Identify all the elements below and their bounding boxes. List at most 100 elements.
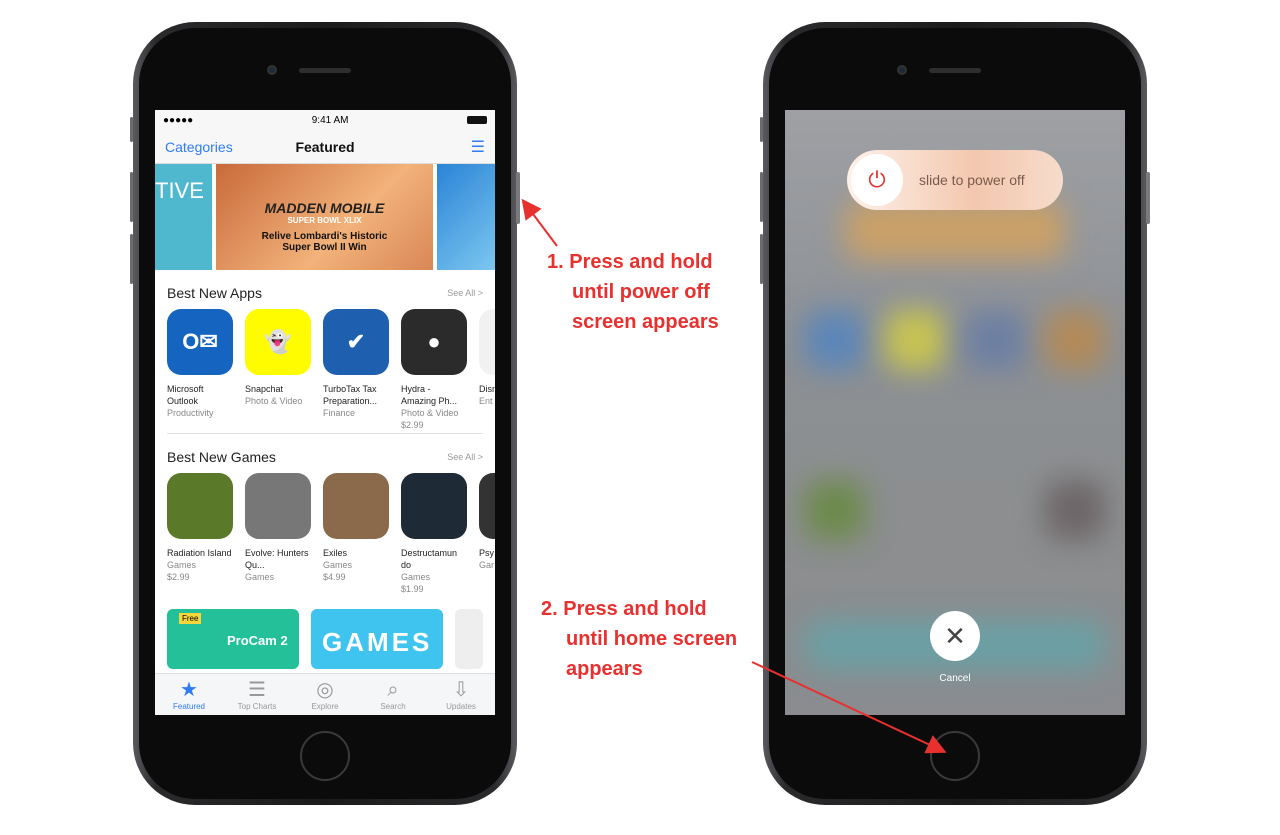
tab-featured[interactable]: ★ Featured [155,674,223,715]
app-category: Productivity [167,408,214,418]
home-button[interactable] [300,731,350,781]
promo-next[interactable] [455,609,483,669]
close-icon: ✕ [944,620,966,651]
promo-procam[interactable]: Free ProCam 2 [167,609,300,669]
front-camera [897,65,907,75]
app-category: Ent [479,396,493,406]
annotation-home: 2. Press and hold until home screen appe… [541,598,738,680]
power-button[interactable] [516,172,520,224]
cancel-button[interactable]: ✕ [930,611,980,661]
app-row: O✉ Microsoft Outlook Productivity 👻 Snap… [155,309,495,433]
signal-icon: ●●●●● [163,114,194,126]
banner-madden[interactable]: MADDEN MOBILE SUPER BOWL XLIX Relive Lom… [216,164,433,270]
app-name: Hydra - Amazing Ph... [401,384,458,406]
mute-switch [760,117,763,142]
tab-icon: ⌕ [387,679,399,701]
categories-button[interactable]: Categories [165,139,233,155]
app-category: Games [401,572,431,582]
app-store-screen: ●●●●● 9:41 AM Categories Featured ☰ TIVE… [155,110,495,715]
tab-top-charts[interactable]: ☰ Top Charts [223,674,291,715]
see-all-link[interactable]: See All > [447,452,483,462]
app-item[interactable]: O✉ Microsoft Outlook Productivity [167,309,233,433]
app-category: Photo & Video [401,408,459,418]
app-item[interactable]: Evolve: Hunters Qu... Games [245,473,311,597]
volume-down-button [130,234,133,284]
app-category: Gar [479,560,495,570]
app-item[interactable]: Radiation Island Games $2.99 [167,473,233,597]
app-icon[interactable] [479,309,495,375]
banner-disney[interactable] [437,164,495,270]
tab-explore[interactable]: ◎ Explore [291,674,359,715]
volume-up-button [760,172,763,222]
app-item[interactable]: Disn Inqu Ent [479,309,495,433]
banner-left[interactable]: TIVE [155,164,212,270]
app-icon[interactable]: ✔ [323,309,389,375]
tab-updates[interactable]: ⇩ Updates [427,674,495,715]
power-button[interactable] [1146,172,1150,224]
tab-label: Updates [446,702,476,711]
slide-to-power-off-slider[interactable]: ⏻ slide to power off [847,150,1063,210]
section-header: Best New Games See All > [155,448,495,466]
featured-banners: TIVE MADDEN MOBILE SUPER BOWL XLIX Reliv… [155,164,495,270]
app-name: TurboTax Tax Preparation... [323,384,378,406]
volume-down-button [760,234,763,284]
app-name: Radiation Island [167,548,232,558]
app-name: Exiles [323,548,348,558]
tab-label: Explore [311,702,339,711]
app-name: Disn Inqu [479,384,495,394]
app-item[interactable]: Destructamun do Games $1.99 [401,473,467,597]
promo-row: Free ProCam 2 GAMES [155,609,495,669]
app-item[interactable]: ✔ TurboTax Tax Preparation... Finance [323,309,389,433]
cancel-label: Cancel [939,673,971,684]
app-icon[interactable] [479,473,495,539]
see-all-link[interactable]: See All > [447,288,483,298]
app-icon[interactable] [167,473,233,539]
tab-label: Search [380,702,406,711]
app-item[interactable]: 👻 Snapchat Photo & Video [245,309,311,433]
app-name: Microsoft Outlook [167,384,204,406]
app-price: $4.99 [323,572,346,582]
app-price: $2.99 [167,572,190,582]
earpiece [299,68,351,73]
tab-bar: ★ Featured ☰ Top Charts ◎ Explore ⌕ Search ⇩ Upda… [155,673,495,715]
right-iphone: ⏻ slide to power off ✕ Cancel [760,22,1150,805]
tab-icon: ◎ [316,679,334,701]
app-icon[interactable] [245,473,311,539]
app-item[interactable]: ● Hydra - Amazing Ph... Photo & Video $2… [401,309,467,433]
app-icon[interactable]: O✉ [167,309,233,375]
list-icon[interactable]: ☰ [471,137,485,157]
promo-games[interactable]: GAMES [311,609,444,669]
app-item[interactable]: Exiles Games $4.99 [323,473,389,597]
app-name: Psy [479,548,495,558]
left-iphone: ●●●●● 9:41 AM Categories Featured ☰ TIVE… [130,22,520,805]
app-icon[interactable] [401,473,467,539]
section-header: Best New Apps See All > [155,284,495,302]
annotation-power: 1. Press and hold until power off screen… [547,251,719,333]
app-icon[interactable] [323,473,389,539]
mute-switch [130,117,133,142]
tab-label: Top Charts [237,702,277,711]
home-button[interactable] [930,731,980,781]
tab-label: Featured [172,702,206,711]
tab-icon: ⇩ [452,679,470,701]
app-category: Finance [323,408,356,418]
section-title: Best New Games [167,449,276,465]
app-name: Evolve: Hunters Qu... [245,548,309,570]
app-category: Games [245,572,275,582]
clock: 9:41 AM [311,114,349,126]
battery-icon [467,116,487,124]
app-item[interactable]: Psy Gar [479,473,495,597]
app-icon[interactable]: ● [401,309,467,375]
front-camera [267,65,277,75]
app-category: Games [167,560,197,570]
arrow-to-power-button [521,198,558,247]
power-icon[interactable]: ⏻ [851,154,903,206]
app-category: Photo & Video [245,396,303,406]
tab-icon: ★ [180,679,198,701]
app-name: Snapchat [245,384,284,394]
tab-search[interactable]: ⌕ Search [359,674,427,715]
tab-icon: ☰ [248,679,266,701]
app-icon[interactable]: 👻 [245,309,311,375]
app-price: $1.99 [401,584,424,594]
power-off-screen: ⏻ slide to power off ✕ Cancel [785,110,1125,715]
